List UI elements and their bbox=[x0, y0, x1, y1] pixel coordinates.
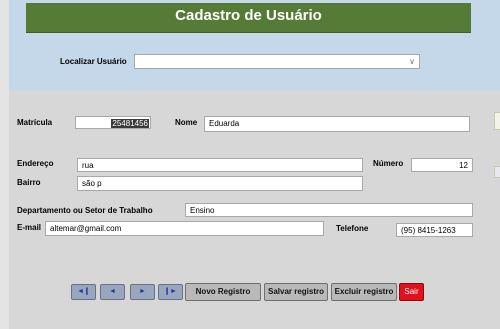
telefone-field[interactable]: (95) 8415-1263 bbox=[396, 223, 473, 237]
email-field[interactable]: altemar@gmail.com bbox=[45, 221, 324, 236]
search-user-combobox[interactable]: ∨ bbox=[134, 54, 420, 69]
chevron-down-icon[interactable]: ∨ bbox=[407, 56, 417, 67]
last-record-icon: ❙► bbox=[164, 288, 177, 295]
next-record-button[interactable]: ► bbox=[130, 284, 155, 300]
nome-field[interactable]: Eduarda bbox=[204, 116, 470, 132]
first-record-icon: ◄❙ bbox=[77, 288, 90, 295]
email-label: E-mail bbox=[17, 223, 42, 232]
delete-record-button[interactable]: Excluir registro bbox=[331, 283, 397, 301]
telefone-label: Telefone bbox=[336, 224, 369, 233]
left-edge-strip bbox=[0, 0, 9, 329]
scroll-edge-marker bbox=[494, 112, 500, 130]
matricula-value: 25481456 bbox=[111, 119, 149, 128]
form-title: Cadastro de Usuário bbox=[26, 3, 471, 32]
departamento-label: Departamento ou Setor de Trabalho bbox=[17, 206, 153, 215]
search-user-value bbox=[135, 55, 143, 68]
matricula-label: Matrícula bbox=[17, 118, 53, 127]
departamento-field[interactable]: Ensino bbox=[185, 203, 473, 217]
new-record-button[interactable]: Novo Registro bbox=[185, 283, 261, 301]
endereco-label: Endereço bbox=[17, 159, 54, 168]
nome-label: Nome bbox=[175, 118, 198, 127]
next-record-icon: ► bbox=[139, 288, 146, 295]
bairro-field[interactable]: são p bbox=[77, 176, 363, 191]
bairro-label: Bairro bbox=[17, 178, 41, 187]
previous-record-icon: ◄ bbox=[109, 288, 116, 295]
previous-record-button[interactable]: ◄ bbox=[100, 284, 125, 300]
last-record-button[interactable]: ❙► bbox=[158, 284, 183, 300]
scroll-edge-marker-2 bbox=[494, 166, 500, 178]
endereco-field[interactable]: rua bbox=[77, 158, 363, 172]
numero-label: Número bbox=[373, 159, 404, 168]
exit-button[interactable]: Sair bbox=[399, 283, 424, 301]
first-record-button[interactable]: ◄❙ bbox=[71, 284, 96, 300]
search-label: Localizar Usuário bbox=[60, 57, 127, 66]
numero-field[interactable]: 12 bbox=[411, 158, 473, 172]
matricula-field[interactable]: 25481456 bbox=[75, 116, 151, 129]
save-record-button[interactable]: Salvar registro bbox=[264, 283, 328, 301]
